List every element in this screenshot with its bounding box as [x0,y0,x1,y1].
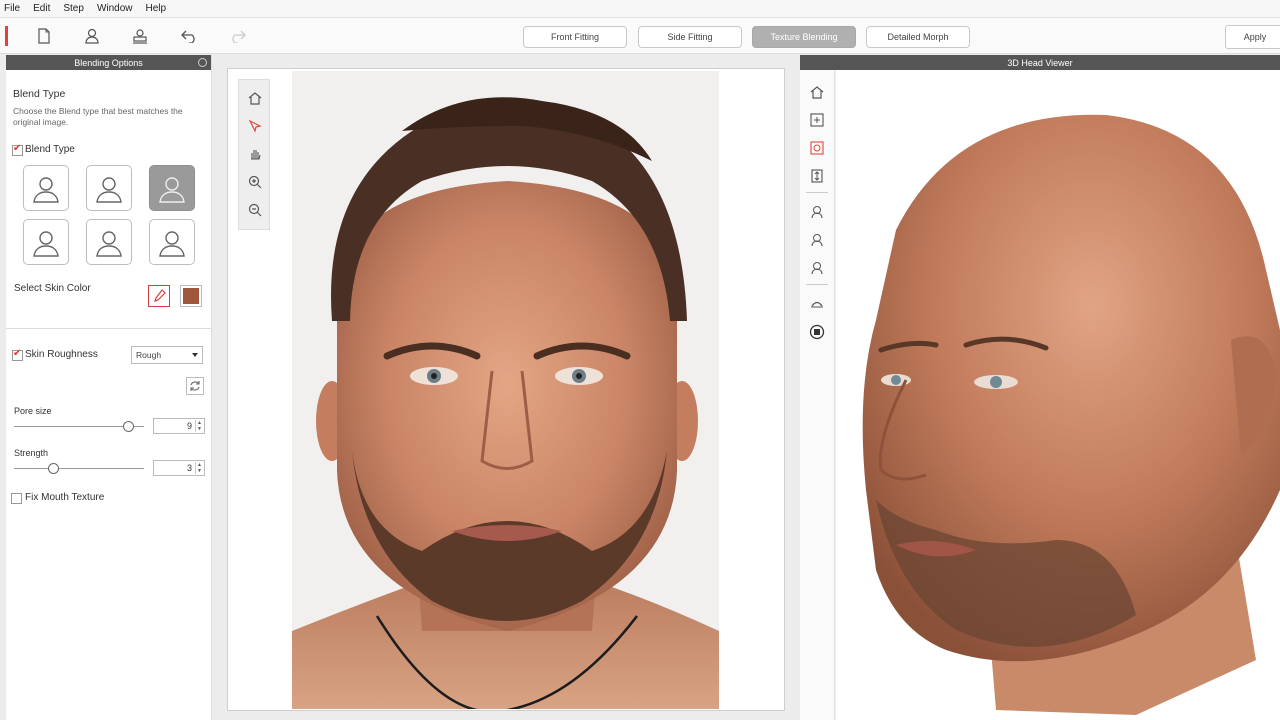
blend-type-option-6[interactable] [149,219,195,265]
head-silhouette-icon [159,177,185,203]
blend-type-option-5[interactable] [86,219,132,265]
user-icon[interactable] [82,26,102,46]
zoom-out-icon[interactable] [245,200,265,220]
head-silhouette-icon [33,231,59,257]
blend-type-description: Choose the Blend type that best matches … [13,106,183,127]
head-silhouette-icon [96,177,122,203]
spin-arrows-icon[interactable]: ▲ ▼ [195,420,203,432]
blend-type-option-4[interactable] [23,219,69,265]
roughness-value: Rough [136,350,162,360]
fix-mouth-texture-label: Fix Mouth Texture [25,492,105,503]
strength-label: Strength [14,448,49,458]
panel-header: Blending Options [6,55,211,70]
wireframe-icon[interactable] [807,138,827,158]
blending-options-panel: Blending Options Blend Type Choose the B… [6,55,212,720]
home-icon[interactable] [245,88,265,108]
skin-roughness-checkbox[interactable] [12,348,23,361]
reference-photo [292,71,719,709]
chevron-down-icon [192,353,198,357]
head-silhouette-icon [96,231,122,257]
vertical-fit-icon[interactable] [807,166,827,186]
blend-type-option-1[interactable] [23,165,69,211]
menu-file[interactable]: File [4,3,20,14]
strength-slider-track[interactable] [14,468,144,469]
roughness-dropdown[interactable]: Rough [131,346,203,364]
section-divider [6,328,212,329]
step-front-fitting-button[interactable]: Front Fitting [523,26,627,48]
pore-size-value: 9 [186,421,192,431]
blend-type-check-label: Blend Type [25,144,75,155]
head-silhouette-icon [33,177,59,203]
toolbar-separator [806,284,828,285]
toolbar-separator [806,192,828,193]
viewer-home-icon[interactable] [807,82,827,102]
viewer-title: 3D Head Viewer [1007,57,1073,68]
new-file-icon[interactable] [34,26,54,46]
refresh-icon[interactable] [186,377,204,395]
step-texture-blending-button[interactable]: Texture Blending [752,26,856,48]
viewer-toolbar [800,70,835,720]
blend-type-option-2[interactable] [86,165,132,211]
menu-bar: File Edit Step Window Help [0,0,1280,18]
3d-head-model [836,70,1280,720]
target-icon[interactable] [807,322,827,342]
menu-window[interactable]: Window [97,3,133,14]
skin-color-swatch[interactable] [180,285,202,307]
menu-edit[interactable]: Edit [33,3,50,14]
apply-button[interactable]: Apply [1225,25,1280,49]
pore-size-spinbox[interactable]: 9 ▲ ▼ [153,418,205,434]
pore-size-slider-knob[interactable] [123,421,135,432]
pore-size-label: Pore size [14,406,52,416]
hand-icon[interactable] [245,144,265,164]
strength-value: 3 [186,463,192,473]
undo-icon[interactable] [180,26,200,46]
panel-title: Blending Options [74,57,143,68]
blend-type-checkbox[interactable] [12,143,23,156]
redo-icon[interactable] [227,26,247,46]
menu-step[interactable]: Step [63,3,84,14]
step-detailed-morph-button[interactable]: Detailed Morph [866,26,970,48]
zoom-in-icon[interactable] [245,172,265,192]
pointer-icon[interactable] [245,116,265,136]
head-silhouette-icon [159,231,185,257]
menu-help[interactable]: Help [146,3,167,14]
3d-head-viewport[interactable] [836,70,1280,720]
strength-slider-knob[interactable] [48,463,59,474]
toolbar: Front Fitting Side Fitting Texture Blend… [0,18,1280,54]
viewer-header: 3D Head Viewer [800,55,1280,70]
blend-type-heading: Blend Type [13,88,66,100]
head-front-icon[interactable] [807,202,827,222]
hair-icon[interactable] [807,294,827,314]
photo-panel [227,68,785,711]
toolbar-accent [5,26,8,46]
stamp-icon[interactable] [130,26,150,46]
head-back-icon[interactable] [807,258,827,278]
select-skin-color-label: Select Skin Color [14,283,91,294]
head-side-icon[interactable] [807,230,827,250]
blend-type-option-3[interactable] [149,165,195,211]
strength-spinbox[interactable]: 3 ▲ ▼ [153,460,205,476]
fit-icon[interactable] [807,110,827,130]
spin-arrows-icon[interactable]: ▲ ▼ [195,462,203,474]
panel-close-icon[interactable] [198,58,207,67]
fix-mouth-texture-checkbox[interactable] [11,493,22,504]
eyedropper-icon[interactable] [148,285,170,307]
skin-roughness-label: Skin Roughness [25,349,98,360]
photo-toolbar [238,79,270,230]
step-side-fitting-button[interactable]: Side Fitting [638,26,742,48]
